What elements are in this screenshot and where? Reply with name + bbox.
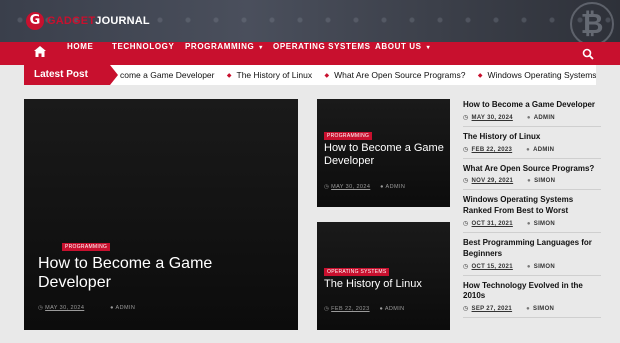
post-author[interactable]: SIMON (534, 178, 555, 184)
latest-post-ticker: come a Game Developer ◆ The History of Li… (24, 65, 596, 85)
post-title[interactable]: Windows Operating Systems Ranked From Be… (463, 195, 601, 217)
ticker-label: Latest Post (24, 65, 118, 85)
user-icon: ● (526, 263, 531, 270)
post-date[interactable]: MAY 30, 2024 (331, 184, 370, 190)
logo-mark: G (26, 12, 44, 30)
home-icon[interactable] (29, 42, 51, 65)
post-author[interactable]: ADMIN (116, 305, 136, 311)
search-icon[interactable] (582, 47, 594, 60)
post-meta: ◷ SEP 27, 2021 ● SIMON (463, 305, 601, 312)
post-title[interactable]: The History of Linux (463, 132, 601, 143)
nav-item-programming[interactable]: PROGRAMMING ▾ (185, 42, 263, 65)
post-meta: ◷ FEB 22, 2023 ● ADMIN (463, 146, 601, 153)
post-title[interactable]: How to Become a Game Developer (324, 142, 444, 168)
user-icon: ● (379, 306, 384, 312)
list-item: Windows Operating Systems Ranked From Be… (463, 195, 601, 233)
calendar-icon: ◷ (463, 178, 469, 185)
post-meta: ◷ MAY 30, 2024 ● ADMIN (463, 114, 601, 121)
list-item: What Are Open Source Programs? ◷ NOV 29, … (463, 164, 601, 191)
nav-item-about-us[interactable]: ABOUT US ▾ (375, 42, 430, 65)
card-image (317, 222, 450, 330)
calendar-icon: ◷ (463, 114, 469, 121)
calendar-icon: ◷ (463, 146, 469, 153)
ticker-item[interactable]: ◆Windows Operating Systems Ranked Fr (478, 65, 596, 85)
post-author[interactable]: ADMIN (385, 306, 405, 312)
post-meta: ◷ NOV 29, 2021 ● SIMON (463, 177, 601, 184)
category-badge[interactable]: PROGRAMMING (62, 243, 111, 251)
user-icon: ● (380, 184, 384, 190)
list-item: The History of Linux ◷ FEB 22, 2023 ● ADMIN (463, 132, 601, 159)
post-title[interactable]: What Are Open Source Programs? (463, 164, 601, 175)
ticker-item[interactable]: come a Game Developer (120, 65, 215, 85)
user-icon: ● (527, 178, 532, 185)
category-badge[interactable]: PROGRAMMING (324, 132, 373, 140)
list-item: How to Become a Game Developer ◷ MAY 30, … (463, 100, 601, 127)
post-date[interactable]: NOV 29, 2021 (472, 178, 514, 184)
post-title[interactable]: How Technology Evolved in the 2010s (463, 281, 601, 303)
logo-text-white: JOURNAL (95, 15, 150, 27)
post-title[interactable]: How to Become a Game Developer (38, 254, 268, 292)
post-author[interactable]: SIMON (534, 264, 555, 270)
post-date[interactable]: FEB 22, 2023 (472, 147, 513, 153)
recent-posts-sidebar: How to Become a Game Developer ◷ MAY 30, … (463, 99, 601, 323)
card-image (24, 99, 298, 330)
site-logo[interactable]: G GADGET JOURNAL (26, 10, 150, 32)
nav-item-home[interactable]: HOME (67, 42, 93, 65)
post-title[interactable]: Best Programming Languages for Beginners (463, 238, 601, 260)
header-banner: ₿ G GADGET JOURNAL (0, 0, 620, 42)
user-icon: ● (110, 305, 114, 311)
nav-item-operating-systems[interactable]: OPERATING SYSTEMS (273, 42, 371, 65)
calendar-icon: ◷ (38, 305, 44, 311)
calendar-icon: ◷ (324, 184, 330, 190)
logo-text-red: GADGET (47, 15, 96, 27)
post-meta: ◷ OCT 15, 2021 ● SIMON (463, 263, 601, 270)
chevron-down-icon: ▾ (259, 45, 263, 51)
post-author[interactable]: ADMIN (386, 184, 406, 190)
bullet-icon: ◆ (477, 73, 483, 79)
category-badge[interactable]: OPERATING SYSTEMS (324, 268, 390, 276)
ticker-item[interactable]: ◆ What Are Open Source Programs? (324, 65, 465, 85)
nav-item-technology[interactable]: TECHNOLOGY (112, 42, 174, 65)
main-nav: HOME TECHNOLOGY PROGRAMMING ▾ OPERATING S… (0, 42, 620, 65)
featured-post-card[interactable]: PROGRAMMING How to Become a Game Develop… (24, 99, 298, 330)
post-meta: ◷ MAY 30, 2024 ● ADMIN (38, 305, 135, 311)
chevron-down-icon: ▾ (426, 45, 431, 51)
post-card[interactable]: OPERATING SYSTEMS The History of Linux ◷… (317, 222, 450, 330)
calendar-icon: ◷ (463, 263, 469, 270)
post-card[interactable]: PROGRAMMING How to Become a Game Develop… (317, 99, 450, 207)
post-author[interactable]: ADMIN (534, 115, 555, 121)
list-item: How Technology Evolved in the 2010s ◷ SEP… (463, 281, 601, 319)
post-date[interactable]: SEP 27, 2021 (472, 306, 513, 312)
calendar-icon: ◷ (463, 306, 469, 313)
post-author[interactable]: SIMON (534, 221, 555, 227)
post-date[interactable]: MAY 30, 2024 (45, 305, 84, 311)
post-date[interactable]: OCT 15, 2021 (472, 264, 513, 270)
post-meta: ◷ MAY 30, 2024 ● ADMIN (324, 184, 405, 190)
user-icon: ● (526, 146, 531, 153)
post-title[interactable]: The History of Linux (324, 278, 444, 291)
calendar-icon: ◷ (463, 220, 469, 227)
post-date[interactable]: FEB 22, 2023 (331, 306, 369, 312)
bullet-icon: ◆ (324, 73, 330, 79)
post-date[interactable]: OCT 31, 2021 (472, 221, 513, 227)
post-meta: ◷ FEB 22, 2023 ● ADMIN (324, 306, 405, 312)
post-title[interactable]: How to Become a Game Developer (463, 100, 601, 111)
post-meta: ◷ OCT 31, 2021 ● SIMON (463, 220, 601, 227)
ticker-item[interactable]: ◆ The History of Linux (227, 65, 312, 85)
ticker-track: come a Game Developer ◆ The History of Li… (120, 65, 596, 85)
user-icon: ● (526, 114, 531, 121)
calendar-icon: ◷ (324, 306, 330, 312)
list-item: Best Programming Languages for Beginners… (463, 238, 601, 276)
bullet-icon: ◆ (226, 73, 232, 79)
post-date[interactable]: MAY 30, 2024 (472, 115, 513, 121)
post-author[interactable]: ADMIN (533, 147, 554, 153)
bitcoin-icon: ₿ (570, 2, 614, 42)
user-icon: ● (526, 220, 531, 227)
post-author[interactable]: SIMON (533, 306, 554, 312)
user-icon: ● (526, 306, 531, 313)
